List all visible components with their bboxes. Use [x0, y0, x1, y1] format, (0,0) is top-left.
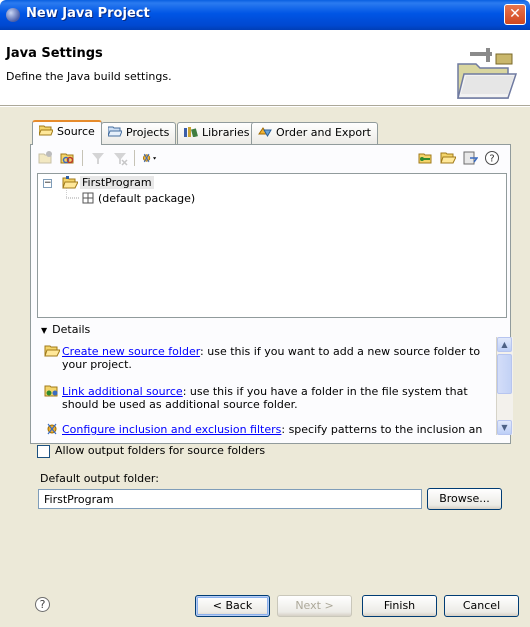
package-icon	[82, 192, 94, 204]
svg-text:?: ?	[489, 154, 494, 165]
scroll-thumb[interactable]	[497, 354, 512, 394]
tab-source-label: Source	[57, 125, 95, 138]
add-source-folder-icon[interactable]	[38, 150, 54, 166]
source-tree[interactable]: − FirstProgram (default package)	[37, 173, 507, 318]
java-project-banner-icon	[457, 48, 518, 99]
window-title: New Java Project	[26, 6, 150, 21]
link-source-icon[interactable]	[60, 150, 76, 166]
detail-create-source: Create new source folder: use this if yo…	[62, 345, 481, 371]
toolbar-separator	[134, 150, 135, 166]
scroll-down-icon[interactable]: ▼	[497, 420, 512, 435]
tab-libraries-label: Libraries	[202, 126, 250, 139]
eclipse-app-icon	[6, 8, 20, 22]
link-source-folder-icon	[44, 385, 58, 397]
tab-projects[interactable]: Projects	[101, 122, 177, 144]
tab-order-export-label: Order and Export	[276, 126, 371, 139]
configure-filters-link[interactable]: Configure inclusion and exclusion filter…	[62, 423, 281, 436]
link-folder-icon[interactable]	[418, 150, 434, 166]
configure-menu-icon[interactable]	[141, 150, 157, 166]
tab-libraries[interactable]: Libraries	[177, 122, 257, 144]
browse-button[interactable]: Browse...	[427, 488, 502, 510]
configure-filters-icon	[47, 423, 57, 435]
help-circle-icon[interactable]: ?	[484, 150, 500, 166]
tab-source[interactable]: Source	[32, 120, 102, 145]
edit-filters-icon[interactable]	[90, 150, 106, 166]
allow-output-folders-label: Allow output folders for source folders	[55, 444, 266, 457]
page-description: Define the Java build settings.	[6, 70, 172, 83]
tree-item-default-package[interactable]: (default package)	[98, 192, 195, 205]
page-title: Java Settings	[6, 46, 103, 61]
link-additional-source-link[interactable]: Link additional source	[62, 385, 183, 398]
help-icon[interactable]: ?	[35, 597, 50, 612]
back-button[interactable]: < Back	[195, 595, 270, 617]
next-button[interactable]: Next >	[277, 595, 352, 617]
detail-link-source: Link additional source: use this if you …	[62, 385, 468, 411]
allow-output-folders-checkbox[interactable]	[37, 445, 50, 458]
source-folder-icon	[39, 125, 53, 136]
create-source-folder-link[interactable]: Create new source folder	[62, 345, 200, 358]
projects-icon	[108, 126, 122, 137]
tree-item-project[interactable]: FirstProgram	[80, 176, 154, 189]
wizard-header: Java Settings Define the Java build sett…	[0, 30, 530, 106]
remove-filters-icon[interactable]	[112, 150, 128, 166]
details-label: Details	[52, 323, 91, 336]
default-output-folder-input[interactable]: FirstProgram	[38, 489, 422, 509]
libraries-icon	[184, 127, 198, 137]
tree-collapse-toggle[interactable]: −	[43, 179, 52, 188]
close-button[interactable]: ✕	[504, 4, 526, 25]
chevron-down-icon: ▼	[41, 326, 48, 335]
order-export-icon	[258, 127, 272, 137]
export-jar-icon[interactable]	[462, 150, 478, 166]
cancel-button[interactable]: Cancel	[444, 595, 519, 617]
detail-configure-filters: Configure inclusion and exclusion filter…	[62, 423, 482, 436]
finish-button[interactable]: Finish	[362, 595, 437, 617]
scroll-up-icon[interactable]: ▲	[497, 337, 512, 352]
tab-projects-label: Projects	[126, 126, 170, 139]
details-toggle[interactable]: ▼ Details	[41, 323, 90, 336]
open-folder-icon[interactable]	[440, 150, 456, 166]
new-source-folder-icon	[44, 345, 60, 357]
tab-order-export[interactable]: Order and Export	[251, 122, 378, 144]
title-bar: New Java Project ✕	[0, 0, 530, 30]
toolbar-separator	[82, 150, 83, 166]
default-output-folder-label: Default output folder:	[40, 472, 159, 485]
